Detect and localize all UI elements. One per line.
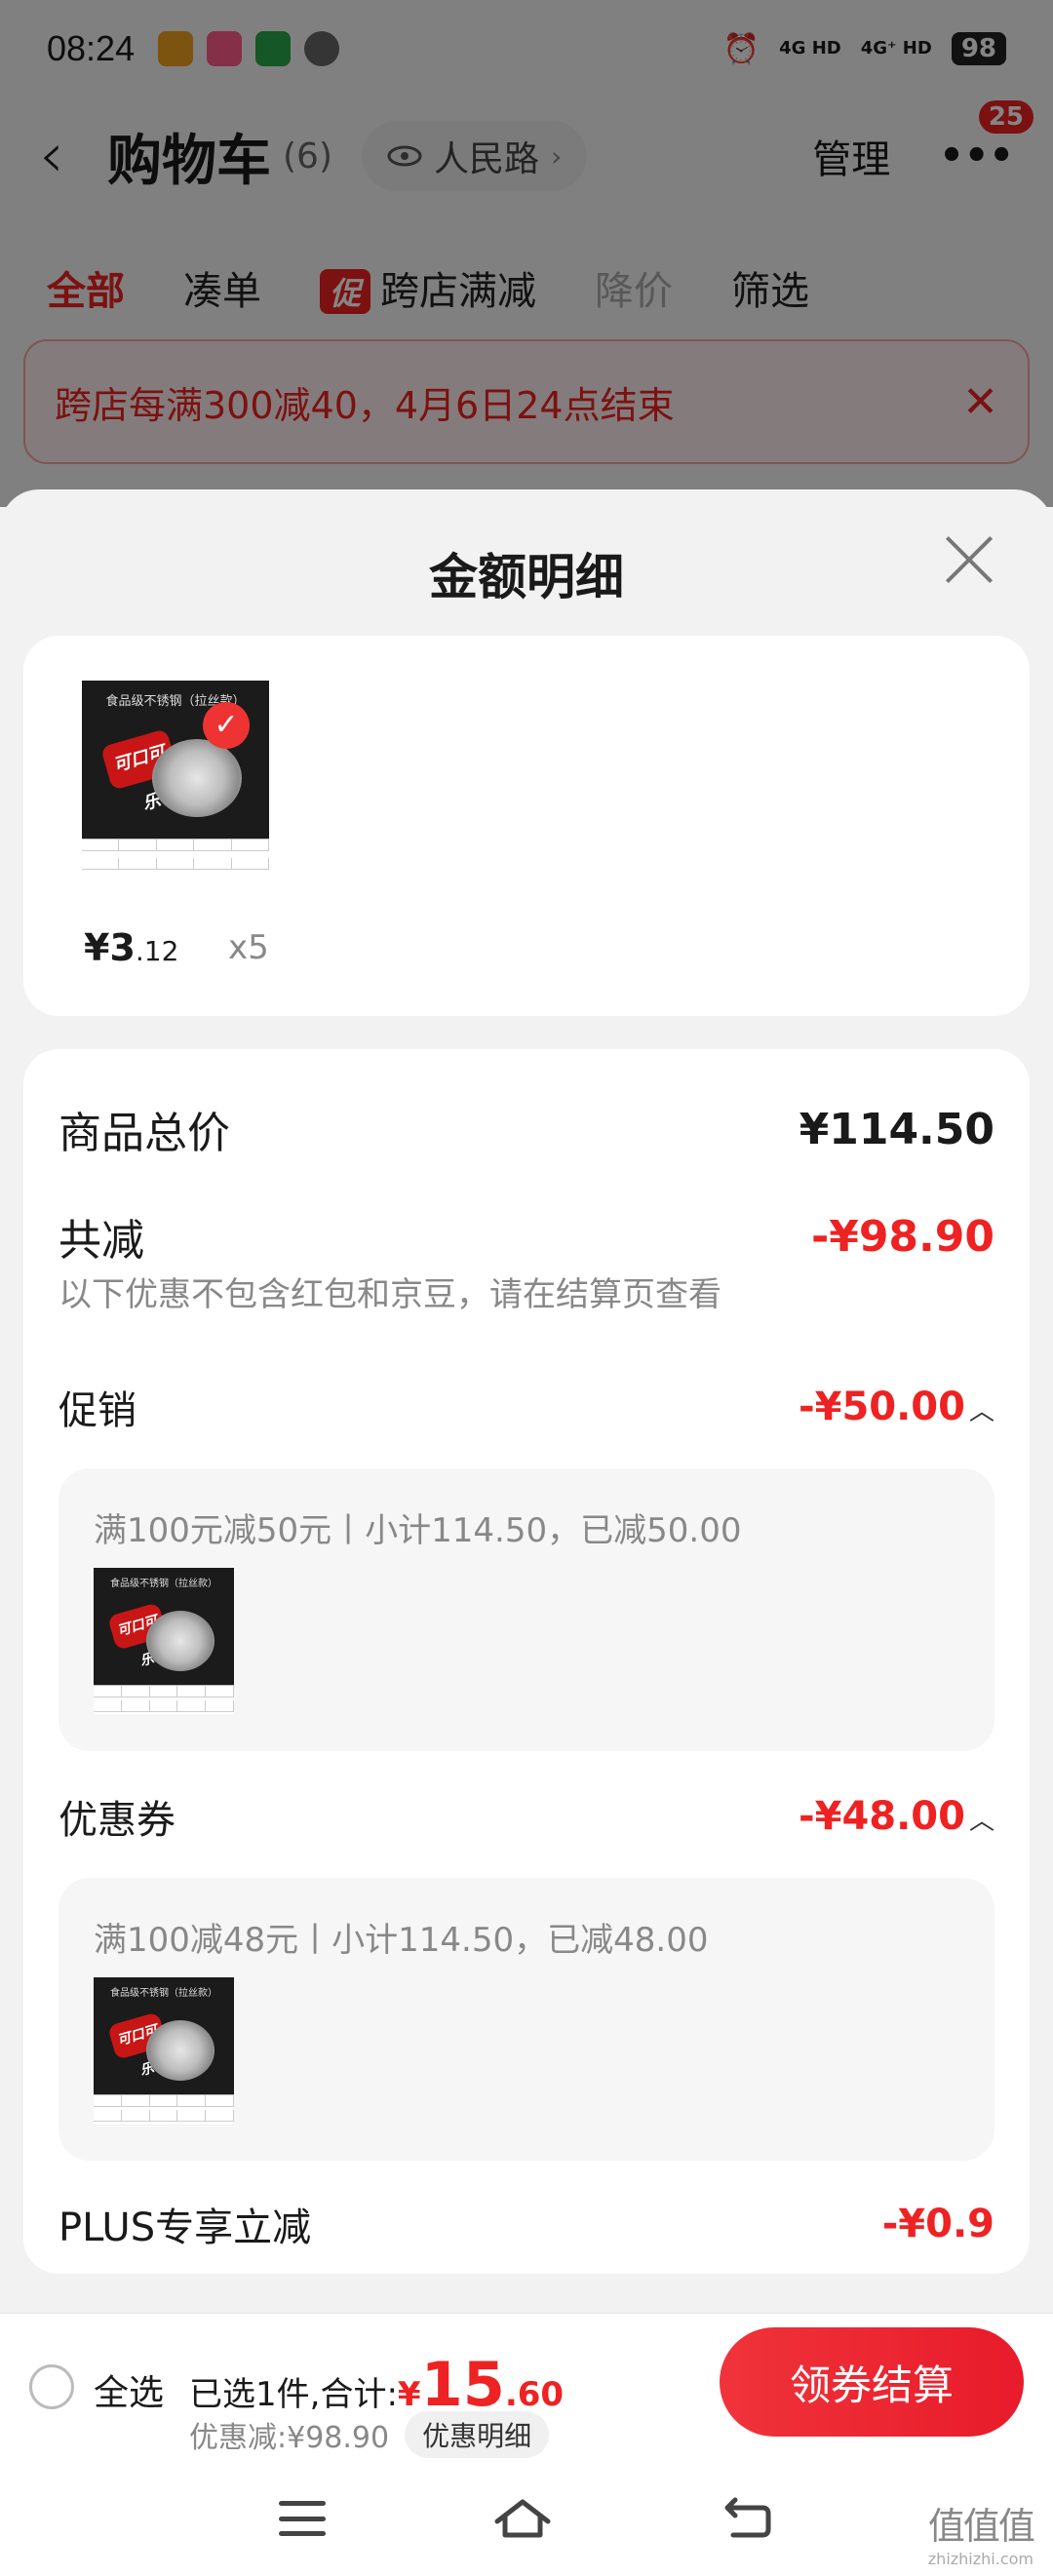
product-price: ¥3.12 [84,926,178,969]
watermark-text: zhizhizhi.com [927,2550,1034,2568]
coupon-detail-box: 满100减48元丨小计114.50，已减48.00 食品级不锈钢（拉丝款） 可口… [58,1878,994,2161]
total-row: 商品总价 ¥114.50 [58,1098,994,1160]
product-thumbnail[interactable]: 食品级不锈钢（拉丝款） 可口可乐 ✓ [82,681,269,876]
total-yen: ¥ [397,2375,421,2414]
spec-table [94,1685,234,1714]
coupon-value: -¥48.00 [799,1794,965,1839]
reduce-row: 共减 -¥98.90 [58,1205,994,1268]
menu-icon[interactable] [279,2501,326,2536]
coupon-amount: -¥48.00 ︿ [799,1794,994,1839]
total-dec: .60 [504,2375,565,2414]
promotion-detail-box: 满100元减50元丨小计114.50，已减50.00 食品级不锈钢（拉丝款） 可… [58,1468,994,1751]
selected-summary: 已选1件,合计:¥15.60 [189,2349,564,2420]
discount-text: 优惠减:¥98.90 [189,2421,390,2455]
reduce-value: -¥98.90 [810,1211,994,1262]
product-photo: 食品级不锈钢（拉丝款） 可口可乐 [94,1568,234,1685]
sheet-title: 金额明细 [429,549,624,605]
close-icon[interactable] [938,528,1000,591]
promotion-value: -¥50.00 [799,1385,965,1429]
selected-text: 已选1件,合计: [189,2375,398,2414]
plate-graphic [146,1611,214,1671]
coupon-row[interactable]: 优惠券 -¥48.00 ︿ [58,1788,994,1845]
select-all-checkbox[interactable] [29,2364,74,2409]
promotion-detail-text: 满100元减50元丨小计114.50，已减50.00 [94,1511,742,1550]
product-photo: 食品级不锈钢（拉丝款） 可口可乐 ✓ [82,681,269,839]
spec-table [82,839,269,876]
promotion-amount: -¥50.00 ︿ [799,1385,994,1429]
chevron-up-icon: ︿ [968,1807,994,1836]
promotion-row[interactable]: 促销 -¥50.00 ︿ [58,1379,994,1435]
plus-row: PLUS专享立减 -¥0.9 [58,2196,994,2252]
plate-graphic [152,739,242,817]
chevron-up-icon: ︿ [968,1397,994,1426]
product-qty: x5 [228,928,269,967]
plus-label: PLUS专享立减 [58,2205,312,2250]
amount-detail-sheet: 金额明细 食品级不锈钢（拉丝款） 可口可乐 ✓ ¥3.12 x5 商品总价 ¥1… [0,489,1053,2313]
image-caption: 食品级不锈钢（拉丝款） [110,1579,217,1590]
plus-value: -¥0.9 [881,2202,994,2246]
system-nav-bar: 值值值 zhizhizhi.com [0,2461,1053,2576]
select-all-label[interactable]: 全选 [94,2364,164,2415]
watermark: 值值值 zhizhizhi.com [927,2496,1035,2568]
coupon-label: 优惠券 [58,1798,176,1843]
detail-card: 商品总价 ¥114.50 共减 -¥98.90 以下优惠不包含红包和京豆，请在结… [23,1049,1030,2274]
discount-detail-button[interactable]: 优惠明细 [405,2411,550,2458]
price-int: ¥3 [84,926,136,969]
modal-overlay[interactable] [0,0,1053,507]
promotion-label: 促销 [58,1388,136,1433]
coupon-product-thumbnail: 食品级不锈钢（拉丝款） 可口可乐 [94,1977,234,2124]
coupon-detail-text: 满100减48元丨小计114.50，已减48.00 [94,1921,709,1960]
plate-graphic [146,2020,214,2081]
image-caption: 食品级不锈钢（拉丝款） [105,693,246,709]
checkout-bar: 全选 已选1件,合计:¥15.60 优惠减:¥98.90 优惠明细 领券结算 [0,2313,1053,2461]
total-int: 15 [420,2349,505,2420]
promotion-product-thumbnail: 食品级不锈钢（拉丝款） 可口可乐 [94,1568,234,1714]
image-caption: 食品级不锈钢（拉丝款） [110,1988,217,2000]
product-card: 食品级不锈钢（拉丝款） 可口可乐 ✓ ¥3.12 x5 [23,636,1030,1016]
price-dec: .12 [135,935,179,967]
discount-line: 优惠减:¥98.90 优惠明细 [189,2411,550,2458]
checkout-button[interactable]: 领券结算 [720,2327,1024,2437]
check-icon: ✓ [203,702,250,749]
total-value: ¥114.50 [799,1104,994,1154]
back-icon[interactable] [720,2496,774,2541]
watermark-glyphs: 值值值 [927,2505,1035,2548]
home-icon[interactable] [493,2496,552,2541]
reduce-hint: 以下优惠不包含红包和京豆，请在结算页查看 [58,1275,722,1314]
total-label: 商品总价 [58,1109,230,1158]
spec-table [94,2094,234,2124]
product-photo: 食品级不锈钢（拉丝款） 可口可乐 [94,1977,234,2094]
reduce-label: 共减 [58,1216,144,1266]
